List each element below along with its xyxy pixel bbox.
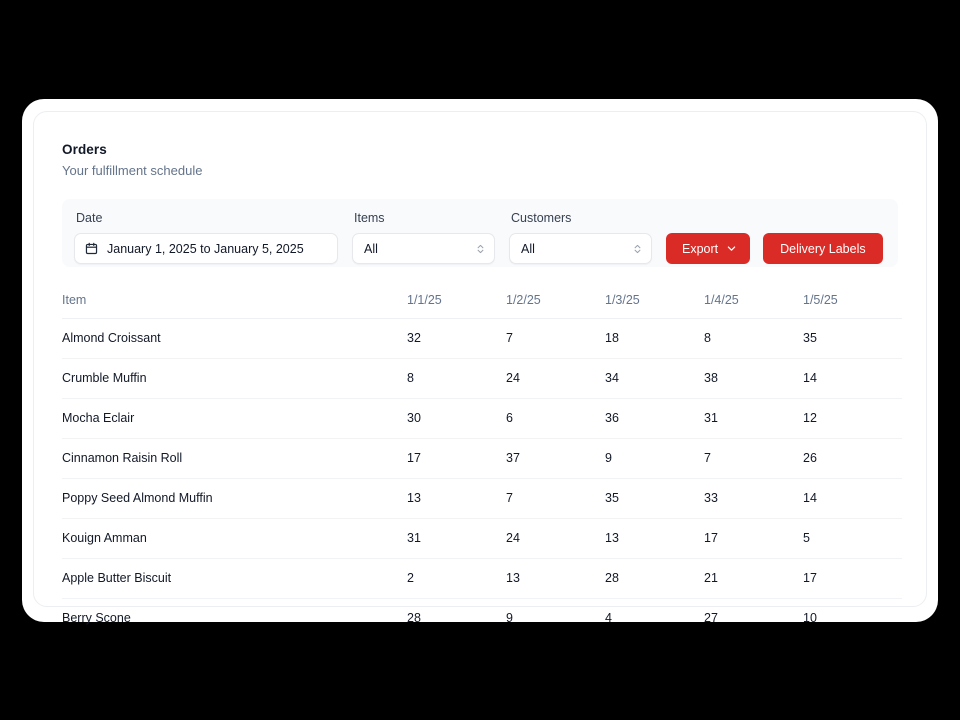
cell-quantity: 24	[506, 518, 605, 559]
table-row: Cinnamon Raisin Roll 17 37 9 7 26	[62, 438, 902, 479]
cell-quantity: 38	[704, 358, 803, 399]
cell-item-name: Berry Scone	[62, 611, 131, 625]
column-header-date: 1/3/25	[605, 283, 704, 319]
cell-quantity: 18	[605, 318, 704, 359]
cell-item-name: Mocha Eclair	[62, 398, 407, 439]
chevron-updown-icon	[633, 243, 642, 255]
cell-quantity: 32	[407, 318, 506, 359]
orders-card: Orders Your fulfillment schedule Date Ja…	[33, 111, 927, 625]
chevron-updown-icon	[476, 243, 485, 255]
table-head: Item 1/1/25 1/2/25 1/3/25 1/4/25 1/5/25	[62, 283, 902, 319]
cell-item-name: Cinnamon Raisin Roll	[62, 438, 407, 479]
table-row: Apple Butter Biscuit 2 13 28 21 17	[62, 558, 902, 599]
cell-quantity: 6	[506, 398, 605, 439]
customers-select[interactable]: All	[509, 233, 652, 264]
items-filter-group: Items All	[352, 210, 495, 264]
cell-quantity: 7	[506, 318, 605, 359]
cell-quantity: 26	[803, 438, 902, 479]
page-title: Orders	[62, 142, 107, 157]
cell-quantity: 7	[704, 438, 803, 479]
delivery-labels-button-label: Delivery Labels	[780, 241, 866, 256]
table-row: Poppy Seed Almond Muffin 13 7 35 33 14	[62, 478, 902, 519]
cell-quantity: 17	[407, 438, 506, 479]
cell-item-name: Almond Croissant	[62, 318, 407, 359]
cell-item-name: Apple Butter Biscuit	[62, 558, 407, 599]
cell-quantity: 9	[605, 438, 704, 479]
calendar-icon	[85, 242, 98, 255]
table-header-row: Item 1/1/25 1/2/25 1/3/25 1/4/25 1/5/25	[62, 283, 902, 319]
cell-quantity: 9	[506, 611, 513, 625]
customers-filter-group: Customers All	[509, 210, 652, 264]
cell-quantity: 13	[407, 478, 506, 519]
column-header-item: Item	[62, 283, 407, 319]
cell-quantity: 8	[704, 318, 803, 359]
cell-quantity: 30	[407, 398, 506, 439]
page-subtitle: Your fulfillment schedule	[62, 163, 203, 178]
cell-quantity: 17	[704, 518, 803, 559]
cell-quantity: 14	[803, 358, 902, 399]
cell-quantity: 35	[605, 478, 704, 519]
cell-quantity: 33	[704, 478, 803, 519]
date-range-input[interactable]: January 1, 2025 to January 5, 2025	[74, 233, 338, 264]
items-select-value: All	[364, 241, 378, 256]
cell-quantity: 28	[407, 611, 421, 625]
cell-quantity: 12	[803, 398, 902, 439]
cell-quantity: 36	[605, 398, 704, 439]
cell-quantity: 13	[506, 558, 605, 599]
cell-quantity: 14	[803, 478, 902, 519]
cell-quantity: 8	[407, 358, 506, 399]
orders-table: Item 1/1/25 1/2/25 1/3/25 1/4/25 1/5/25 Almon…	[62, 283, 902, 638]
cell-quantity: 37	[506, 438, 605, 479]
table-row: Crumble Muffin 8 24 34 38 14	[62, 358, 902, 399]
cell-item-name: Crumble Muffin	[62, 358, 407, 399]
card-header: Orders Your fulfillment schedule	[62, 132, 898, 180]
table-body: Almond Croissant 32 7 18 8 35 Crumble Muffin 8 2…	[62, 318, 902, 639]
table-row: Almond Croissant 32 7 18 8 35	[62, 318, 902, 359]
cell-quantity: 31	[704, 398, 803, 439]
column-header-date: 1/2/25	[506, 283, 605, 319]
export-button[interactable]: Export	[666, 233, 751, 264]
table-row: Berry Scone 28 9 4 27 10	[62, 599, 902, 639]
column-header-date: 1/1/25	[407, 283, 506, 319]
cell-quantity: 34	[605, 358, 704, 399]
items-select[interactable]: All	[352, 233, 495, 264]
date-range-value: January 1, 2025 to January 5, 2025	[107, 241, 304, 256]
customers-select-value: All	[521, 241, 535, 256]
cell-quantity: 35	[803, 318, 902, 359]
cell-quantity: 21	[704, 558, 803, 599]
table-row: Mocha Eclair 30 6 36 31 12	[62, 398, 902, 439]
cell-quantity: 28	[605, 558, 704, 599]
filter-bar: Date January 1, 2025 to January 5, 2025 …	[62, 199, 898, 267]
orders-table-wrap: Item 1/1/25 1/2/25 1/3/25 1/4/25 1/5/25 Almon…	[62, 283, 902, 638]
cell-quantity: 24	[506, 358, 605, 399]
cell-quantity: 7	[506, 478, 605, 519]
cell-quantity: 2	[407, 558, 506, 599]
cell-quantity: 10	[803, 611, 817, 625]
export-button-label: Export	[682, 241, 719, 256]
action-buttons: Export Delivery Labels	[666, 210, 883, 264]
cell-quantity: 5	[803, 518, 902, 559]
cell-quantity: 27	[704, 611, 718, 625]
date-filter-label: Date	[76, 211, 103, 225]
cell-quantity: 17	[803, 558, 902, 599]
cell-quantity: 13	[605, 518, 704, 559]
delivery-labels-button[interactable]: Delivery Labels	[763, 233, 883, 264]
cell-item-name: Poppy Seed Almond Muffin	[62, 478, 407, 519]
cell-quantity: 31	[407, 518, 506, 559]
date-filter-group: Date January 1, 2025 to January 5, 2025	[74, 210, 338, 264]
column-header-date: 1/4/25	[704, 283, 803, 319]
customers-filter-label: Customers	[511, 211, 572, 225]
items-filter-label: Items	[354, 211, 385, 225]
column-header-date: 1/5/25	[803, 283, 902, 319]
cell-quantity: 4	[605, 611, 612, 625]
chevron-down-icon	[726, 243, 737, 254]
cell-item-name: Kouign Amman	[62, 518, 407, 559]
table-row: Kouign Amman 31 24 13 17 5	[62, 518, 902, 559]
